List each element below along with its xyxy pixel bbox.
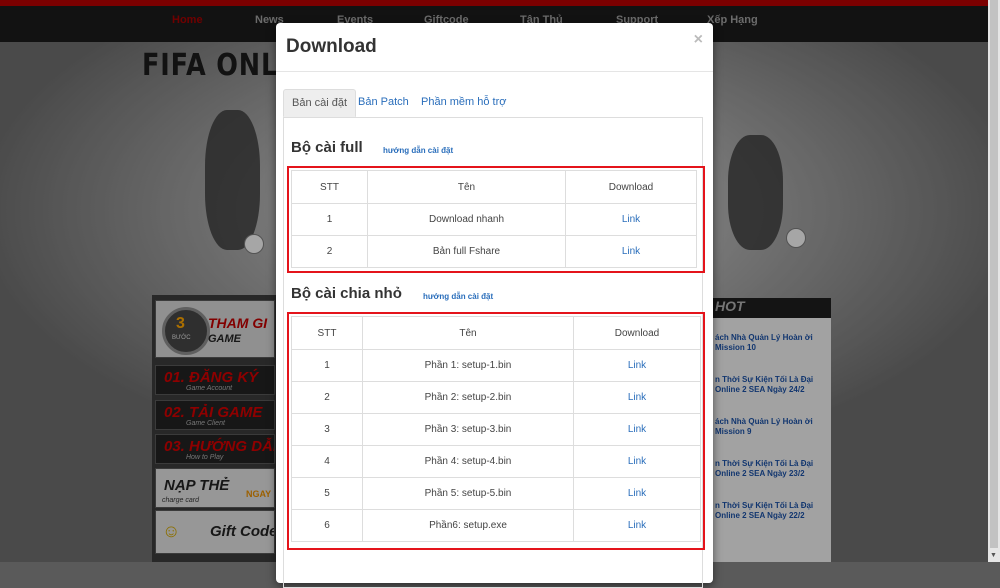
full-guide-link[interactable]: hướng dẫn cài đặt [383,146,453,155]
col-stt: STT [291,170,368,204]
table-row: 3 Phần 3: setup-3.bin Link [291,413,701,446]
table-row: 1 Phần 1: setup-1.bin Link [291,349,701,382]
download-link[interactable]: Link [628,424,646,435]
tab-support-software[interactable]: Phần mềm hỗ trợ [413,89,514,117]
row-stt: 1 [291,349,363,382]
row-stt: 1 [291,203,368,236]
row-name: Phần 5: setup-5.bin [362,477,574,510]
close-icon[interactable]: × [694,31,703,49]
full-installer-title: Bộ cài full [291,139,363,156]
modal-header: Download × [276,23,713,72]
row-stt: 2 [291,235,368,268]
page-scrollbar[interactable]: ▼ [988,0,1000,562]
table-row: 6 Phần6: setup.exe Link [291,509,701,542]
table-row: 4 Phần 4: setup-4.bin Link [291,445,701,478]
tab-installer[interactable]: Bản cài đặt [283,89,357,117]
scroll-down-arrow-icon[interactable]: ▼ [990,552,997,559]
table-row: 5 Phần 5: setup-5.bin Link [291,477,701,510]
split-installer-title: Bộ cài chia nhỏ [291,285,402,302]
full-installer-table: STT Tên Download 1 Download nhanh Link 2… [291,170,697,268]
row-stt: 5 [291,477,363,510]
row-name: Phần 1: setup-1.bin [362,349,574,382]
col-stt: STT [291,316,363,350]
modal-title: Download [286,36,377,57]
download-modal: Download × Bản cài đặt Bản Patch Phần mề… [276,23,713,588]
download-link[interactable]: Link [628,456,646,467]
col-download: Download [573,316,701,350]
download-link[interactable]: Link [622,246,640,257]
tab-patch[interactable]: Bản Patch [350,89,417,117]
split-installer-table: STT Tên Download 1 Phần 1: setup-1.bin L… [291,316,701,542]
row-name: Phần 4: setup-4.bin [362,445,574,478]
table-row: 2 Bản full Fshare Link [291,235,697,268]
table-row: 2 Phần 2: setup-2.bin Link [291,381,701,414]
tab-bar: Bản cài đặt Bản Patch Phần mềm hỗ trợ [283,89,703,118]
row-name: Bản full Fshare [367,235,566,268]
row-name: Download nhanh [367,203,566,236]
download-link[interactable]: Link [622,214,640,225]
split-guide-link[interactable]: hướng dẫn cài đặt [423,292,493,301]
table-header-row: STT Tên Download [291,316,701,350]
table-row: 1 Download nhanh Link [291,203,697,236]
download-link[interactable]: Link [628,520,646,531]
tab-pane-installer: Bộ cài full hướng dẫn cài đặt STT Tên Do… [283,118,705,588]
row-name: Phần 3: setup-3.bin [362,413,574,446]
row-stt: 3 [291,413,363,446]
table-header-row: STT Tên Download [291,170,697,204]
col-name: Tên [367,170,566,204]
row-stt: 2 [291,381,363,414]
row-stt: 4 [291,445,363,478]
download-link[interactable]: Link [628,360,646,371]
scrollbar-thumb[interactable] [990,0,998,548]
col-download: Download [565,170,697,204]
row-stt: 6 [291,509,363,542]
row-name: Phần6: setup.exe [362,509,574,542]
download-link[interactable]: Link [628,392,646,403]
col-name: Tên [362,316,574,350]
download-link[interactable]: Link [628,488,646,499]
row-name: Phần 2: setup-2.bin [362,381,574,414]
